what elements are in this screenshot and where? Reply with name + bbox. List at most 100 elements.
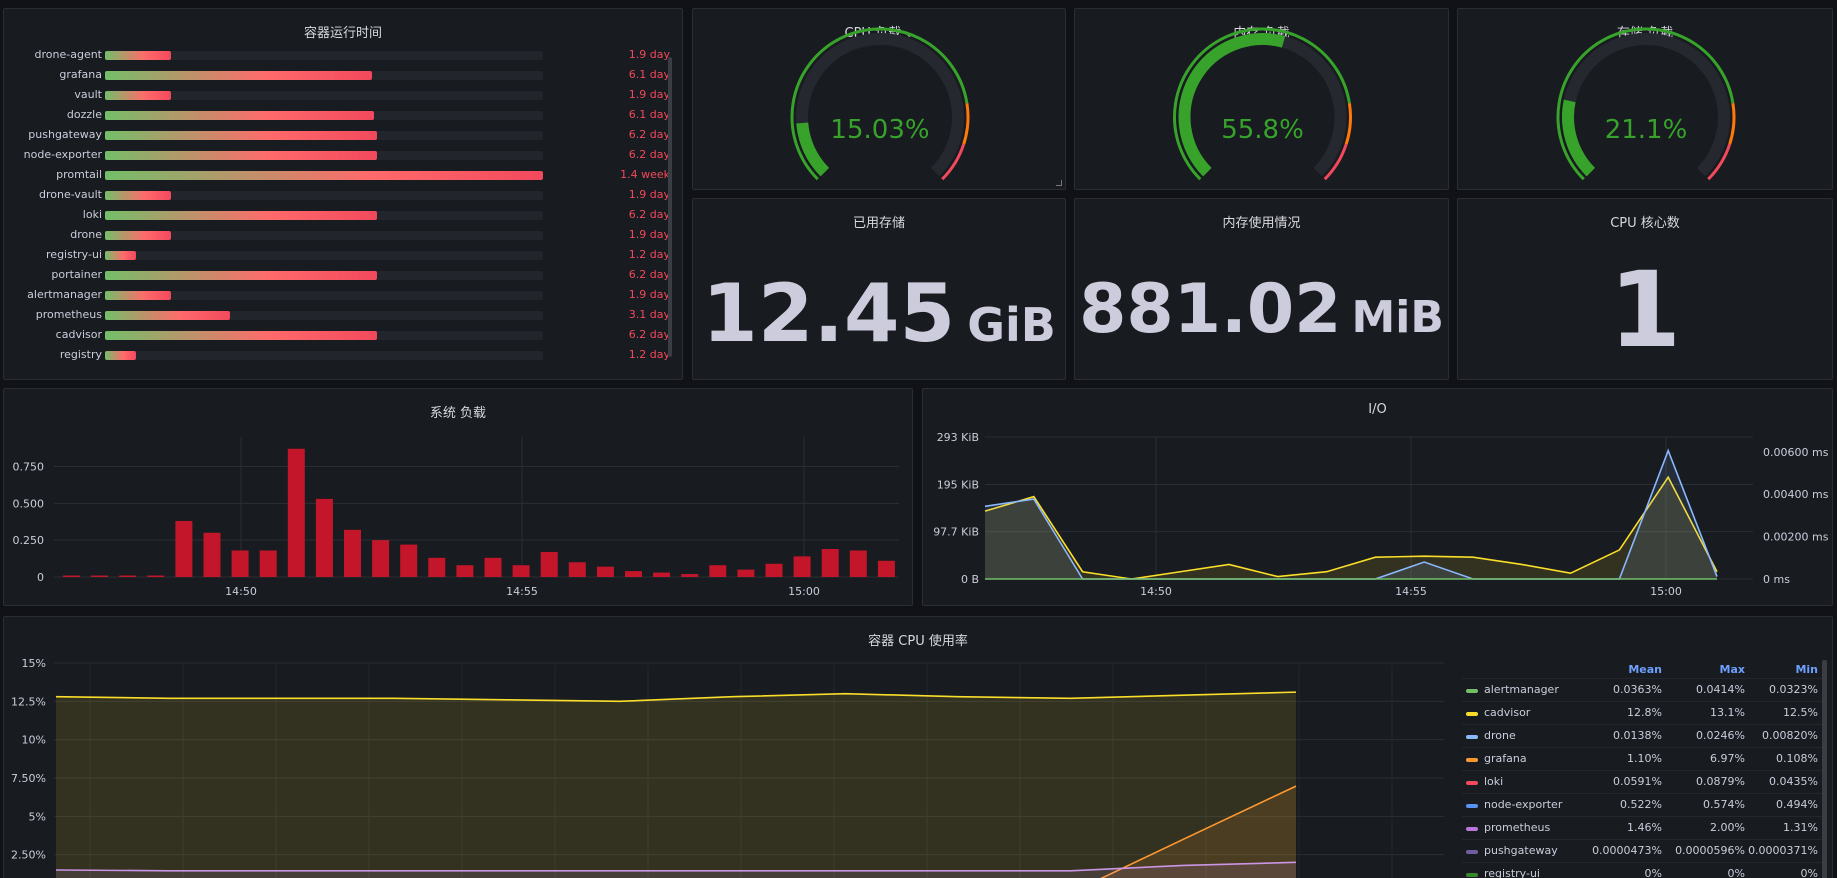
uptime-bar-fill bbox=[105, 231, 171, 240]
uptime-row-registry: registry 1.2 day bbox=[4, 345, 682, 365]
legend-max: 0.0414% bbox=[1696, 683, 1745, 696]
uptime-bar-track bbox=[105, 291, 543, 300]
legend-series-name[interactable]: node-exporter bbox=[1484, 798, 1562, 811]
y-tick-label: 0 bbox=[37, 571, 44, 584]
panel-title[interactable]: 已用存储 bbox=[693, 212, 1065, 231]
uptime-bar-track bbox=[105, 71, 543, 80]
memory-gauge: 55.8% bbox=[1173, 27, 1352, 181]
uptime-bar-track bbox=[105, 331, 543, 340]
bar bbox=[259, 550, 277, 577]
legend-min: 0.0323% bbox=[1769, 683, 1818, 696]
uptime-bar-fill bbox=[105, 111, 375, 120]
legend-row-prometheus[interactable]: prometheus 1.46% 2.00% 1.31% bbox=[1462, 816, 1822, 839]
legend-row-node-exporter[interactable]: node-exporter 0.522% 0.574% 0.494% bbox=[1462, 793, 1822, 816]
uptime-row-name: dozzle bbox=[66, 108, 102, 121]
legend-row-cadvisor[interactable]: cadvisor 12.8% 13.1% 12.5% bbox=[1462, 701, 1822, 724]
y-left-tick-label: 0 B bbox=[961, 573, 979, 586]
legend-max: 0.0246% bbox=[1696, 729, 1745, 742]
legend-series-name[interactable]: prometheus bbox=[1484, 821, 1550, 834]
legend-header-max[interactable]: Max bbox=[1720, 663, 1745, 676]
uptime-bar-track bbox=[105, 111, 543, 120]
bar bbox=[231, 550, 249, 577]
gauge-value: 15.03% bbox=[830, 115, 929, 145]
uptime-bar-track bbox=[105, 91, 543, 100]
bar bbox=[849, 550, 867, 577]
legend-mean: 0.0138% bbox=[1613, 729, 1662, 742]
bar bbox=[400, 544, 418, 577]
bar bbox=[540, 551, 558, 577]
legend-series-name[interactable]: pushgateway bbox=[1484, 844, 1558, 857]
legend-series-name[interactable]: alertmanager bbox=[1484, 683, 1559, 696]
legend-series-name[interactable]: cadvisor bbox=[1484, 706, 1530, 719]
legend-row-registry-ui[interactable]: registry-ui 0% 0% 0% bbox=[1462, 862, 1822, 878]
y-left-tick-label: 293 KiB bbox=[937, 431, 979, 444]
uptime-row-value: 6.2 day bbox=[628, 128, 670, 141]
scrollbar[interactable] bbox=[1822, 660, 1827, 878]
uptime-row-name: cadvisor bbox=[55, 328, 102, 341]
legend-min: 12.5% bbox=[1783, 706, 1818, 719]
uptime-row-drone: drone 1.9 day bbox=[4, 225, 682, 245]
bar bbox=[681, 574, 699, 577]
uptime-row-name: drone-agent bbox=[34, 48, 102, 61]
legend-mean: 0.0591% bbox=[1613, 775, 1662, 788]
legend-series-name[interactable]: loki bbox=[1484, 775, 1503, 788]
legend-series-name[interactable]: registry-ui bbox=[1484, 867, 1540, 878]
uptime-bar-fill bbox=[105, 151, 377, 160]
bar bbox=[344, 529, 361, 577]
legend-series-name[interactable]: grafana bbox=[1484, 752, 1527, 765]
uptime-row-name: drone bbox=[70, 228, 102, 241]
gauge-value: 21.1% bbox=[1605, 115, 1688, 145]
legend-row-loki[interactable]: loki 0.0591% 0.0879% 0.0435% bbox=[1462, 770, 1822, 793]
legend-row-drone[interactable]: drone 0.0138% 0.0246% 0.00820% bbox=[1462, 724, 1822, 747]
legend-max: 13.1% bbox=[1710, 706, 1745, 719]
legend-min: 0.0000371% bbox=[1748, 844, 1818, 857]
legend-row-alertmanager[interactable]: alertmanager 0.0363% 0.0414% 0.0323% bbox=[1462, 678, 1822, 701]
bar bbox=[821, 549, 839, 577]
uptime-bar-fill bbox=[105, 271, 377, 280]
panel-title[interactable]: 内存使用情况 bbox=[1075, 212, 1448, 231]
bar bbox=[63, 575, 80, 577]
bar bbox=[203, 532, 221, 577]
legend-max: 2.00% bbox=[1710, 821, 1745, 834]
bar bbox=[877, 560, 895, 577]
legend-series-name[interactable]: drone bbox=[1484, 729, 1516, 742]
uptime-bar-fill bbox=[105, 311, 230, 320]
used-storage-panel: 已用存储 12.45 GiB bbox=[692, 198, 1066, 380]
legend-swatch bbox=[1466, 827, 1478, 831]
bar bbox=[512, 565, 530, 577]
uptime-row-alertmanager: alertmanager 1.9 day bbox=[4, 285, 682, 305]
legend-row-pushgateway[interactable]: pushgateway 0.0000473% 0.0000596% 0.0000371… bbox=[1462, 839, 1822, 862]
legend-header-mean[interactable]: Mean bbox=[1628, 663, 1662, 676]
resize-handle-icon[interactable] bbox=[1056, 180, 1062, 186]
x-tick-label: 15:00 bbox=[1650, 585, 1682, 598]
memory-load-panel: 内存 负载 55.8% bbox=[1074, 8, 1449, 190]
stat-value: 1 bbox=[1608, 249, 1682, 371]
uptime-bar-fill bbox=[105, 91, 171, 100]
bar bbox=[653, 572, 671, 577]
uptime-row-name: registry bbox=[59, 348, 102, 361]
scrollbar[interactable] bbox=[668, 57, 672, 357]
uptime-row-value: 3.1 day bbox=[628, 308, 670, 321]
bar bbox=[287, 448, 305, 577]
panel-title[interactable]: CPU 核心数 bbox=[1458, 212, 1832, 231]
bar bbox=[793, 556, 811, 577]
bar bbox=[484, 557, 502, 577]
uptime-row-value: 6.2 day bbox=[628, 148, 670, 161]
y-right-tick-label: 0.00200 ms bbox=[1763, 531, 1829, 544]
system-load-chart: 0.750 0.500 0.250 0 14:50 14:55 15:00 bbox=[13, 437, 899, 598]
legend-mean: 1.10% bbox=[1627, 752, 1662, 765]
bar bbox=[315, 498, 333, 577]
uptime-row-vault: vault 1.9 day bbox=[4, 85, 682, 105]
stat-value: 12.45 bbox=[702, 267, 956, 360]
uptime-row-promtail: promtail 1.4 week bbox=[4, 165, 682, 185]
legend-header-min[interactable]: Min bbox=[1795, 663, 1818, 676]
legend-max: 0.0879% bbox=[1696, 775, 1745, 788]
x-tick-label: 14:55 bbox=[1395, 585, 1427, 598]
cpu-gauge: 15.03% bbox=[790, 27, 970, 181]
uptime-row-value: 1.4 week bbox=[620, 168, 670, 181]
legend-row-grafana[interactable]: grafana 1.10% 6.97% 0.108% bbox=[1462, 747, 1822, 770]
uptime-bar-fill bbox=[105, 251, 136, 260]
y-tick-label: 10% bbox=[22, 734, 46, 747]
stat-unit: MiB bbox=[1351, 292, 1444, 343]
legend-min: 0% bbox=[1800, 867, 1818, 878]
